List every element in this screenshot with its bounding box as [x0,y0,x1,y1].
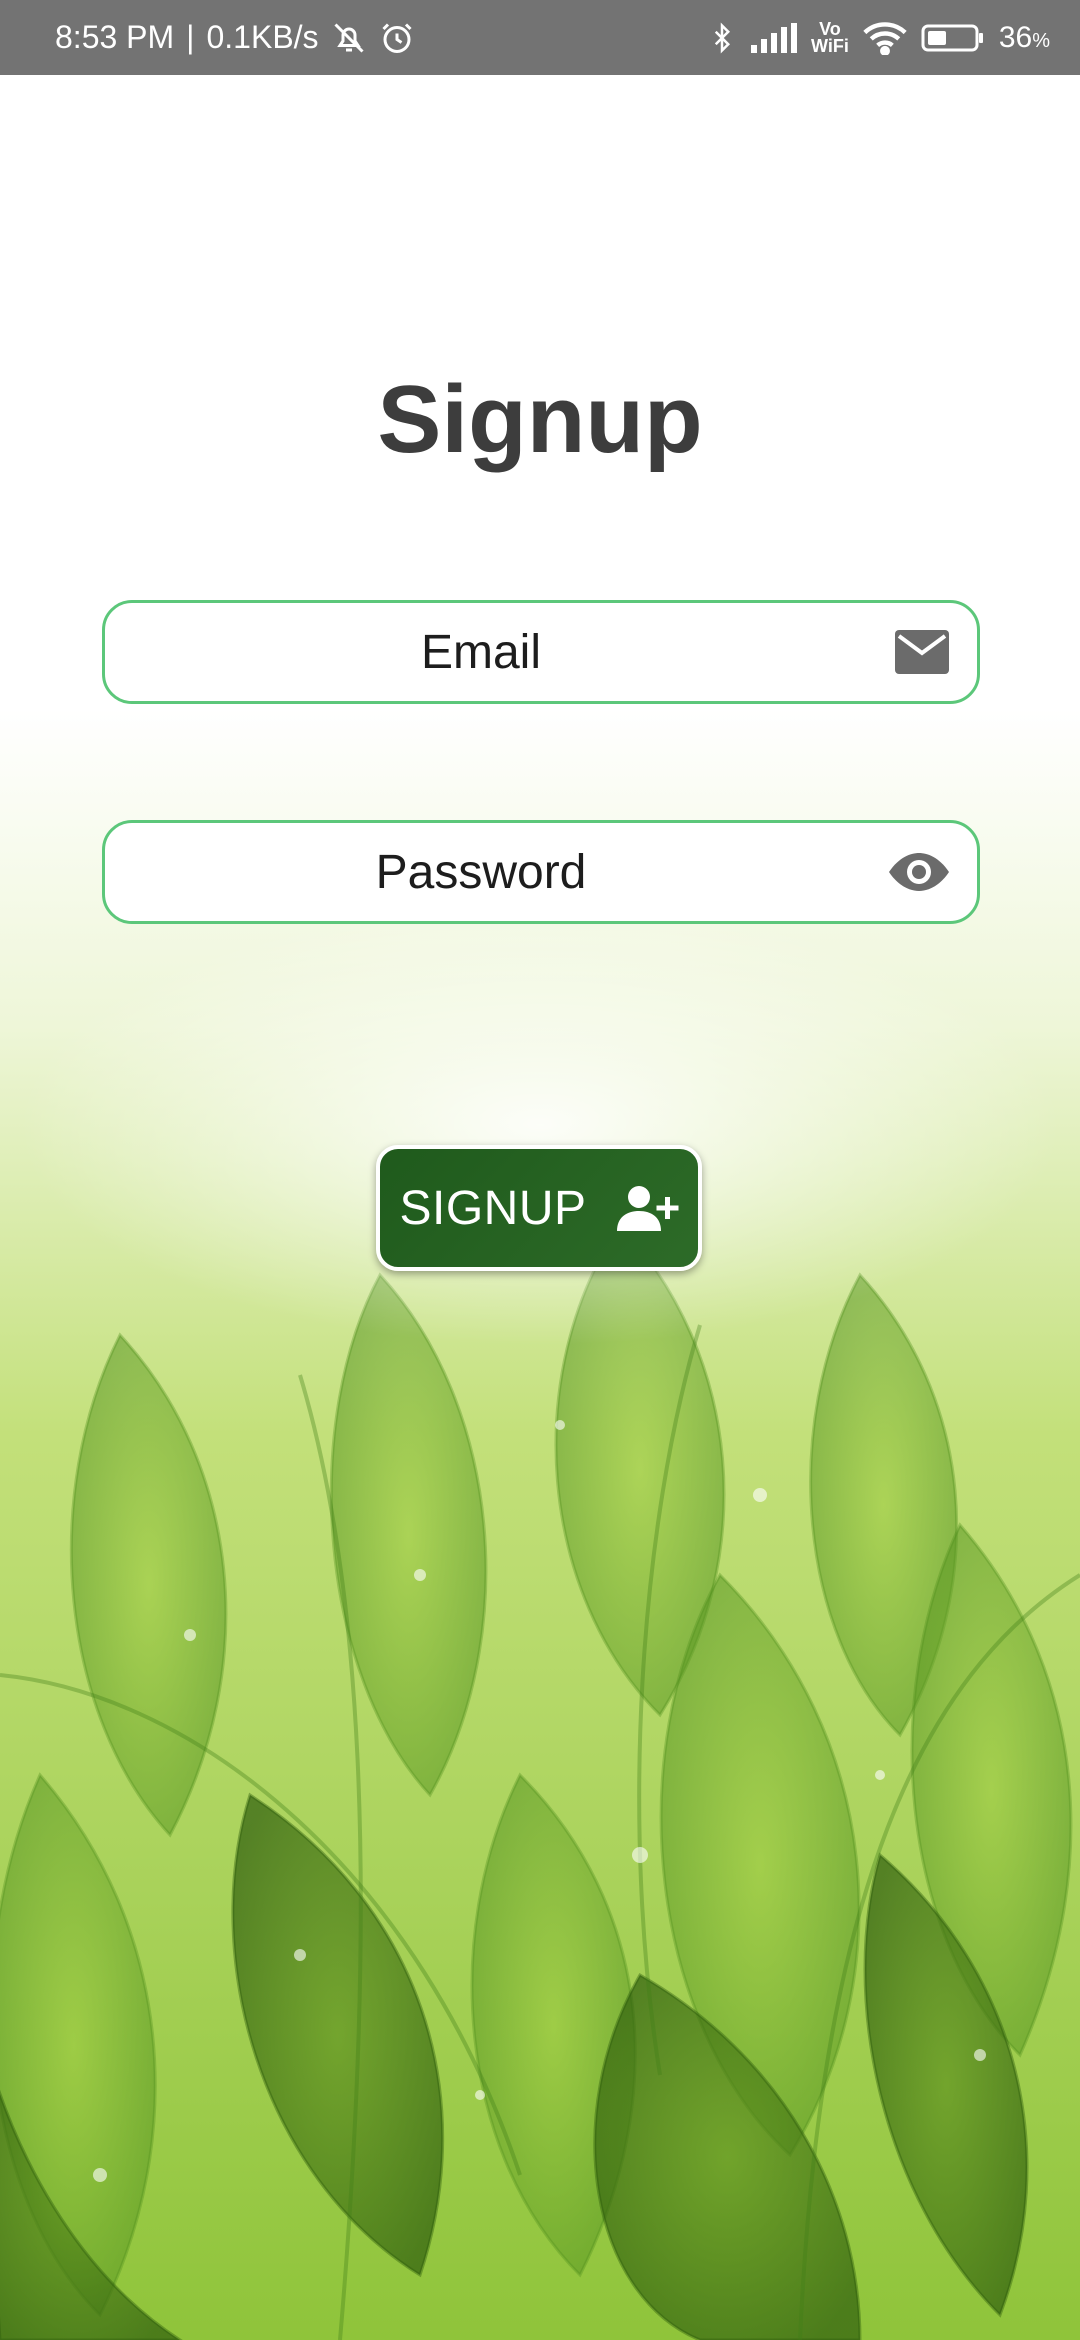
person-add-icon [615,1183,679,1233]
email-input[interactable] [105,603,977,701]
mail-icon [893,628,951,676]
status-bar-right: Vo WiFi 36% [707,0,1050,75]
status-bar-left: 8:53 PM | 0.1KB/s [55,0,415,75]
signal-icon [751,22,797,53]
status-time: 8:53 PM [55,19,175,55]
page-title: Signup [377,366,703,473]
battery-icon [921,22,985,54]
email-field[interactable] [102,600,980,704]
password-input[interactable] [105,823,977,921]
vowifi-bottom-label: WiFi [811,35,849,56]
vowifi-icon: Vo WiFi [811,18,849,56]
signup-button-label: SIGNUP [399,1181,587,1235]
eye-icon[interactable] [887,851,951,893]
bluetooth-icon [707,20,737,56]
battery-percent: 36% [998,20,1050,54]
status-bar: 8:53 PM | 0.1KB/s Vo WiFi 36% [0,0,1080,75]
password-field[interactable] [102,820,980,924]
wifi-icon [863,21,907,55]
alarm-off-icon [331,20,367,56]
status-separator: | [186,19,195,55]
signup-button[interactable]: SIGNUP [376,1145,702,1271]
alarm-clock-icon [379,20,415,56]
network-speed: 0.1KB/s [206,19,319,55]
vowifi-top-label: Vo [819,18,841,39]
